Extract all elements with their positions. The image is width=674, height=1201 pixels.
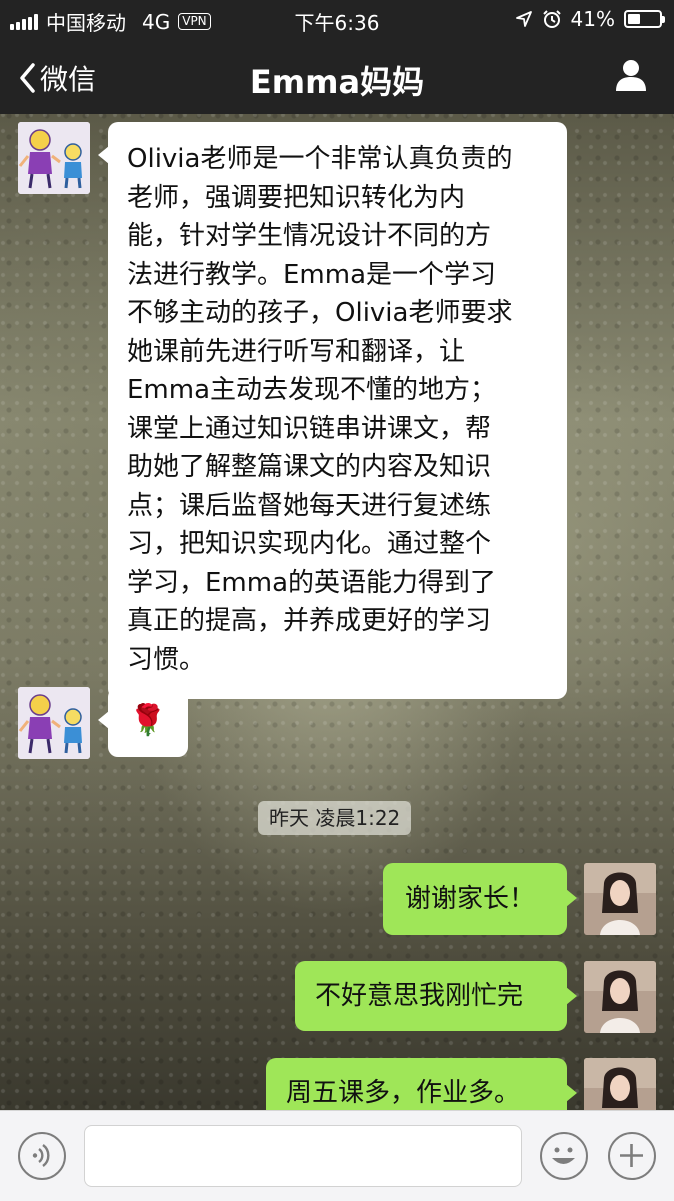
chat-title: Emma妈妈 (249, 63, 425, 101)
my-avatar[interactable] (584, 863, 656, 935)
message-bubble-outgoing[interactable]: 周五课多，作业多。 (266, 1058, 577, 1110)
status-bar: 中国移动 4G VPN 下午6:36 41% (0, 0, 674, 38)
emoji-icon (552, 1147, 575, 1164)
rose-emoji: 🌹 (129, 703, 167, 738)
emoji-button[interactable] (540, 1132, 588, 1180)
kids-drawing-avatar-icon (18, 122, 90, 194)
voice-input-button[interactable] (18, 1132, 66, 1180)
my-avatar[interactable] (584, 1058, 656, 1110)
chat-info-button[interactable] (614, 58, 648, 96)
contact-avatar[interactable] (18, 687, 90, 759)
message-bubble-outgoing[interactable]: 不好意思我刚忙完 (295, 961, 577, 1031)
contact-avatar[interactable] (18, 122, 90, 194)
kids-drawing-avatar-icon (18, 687, 90, 759)
alarm-clock-icon (542, 10, 561, 28)
voice-icon (32, 1144, 50, 1167)
person-icon (616, 60, 646, 91)
message-text: 谢谢家长！ (405, 884, 536, 914)
navigation-bar: 微信 Emma妈妈 (0, 38, 674, 114)
message-bubble-outgoing[interactable]: 谢谢家长！ (383, 863, 577, 935)
timestamp-divider: 昨天 凌晨1:22 (258, 801, 412, 835)
portrait-avatar-icon (584, 863, 656, 935)
chat-messages[interactable]: Olivia老师是一个非常认真负责的 老师，强调要把知识转化为内 能，针对学生情… (0, 114, 674, 1110)
portrait-avatar-icon (584, 1058, 656, 1110)
input-bar (0, 1110, 674, 1201)
status-right: 41% (515, 7, 665, 31)
message-text: 周五课多，作业多。 (286, 1078, 521, 1108)
battery-percent: 41% (570, 7, 615, 31)
battery-level-fill (628, 14, 640, 24)
battery-icon (624, 10, 665, 28)
my-avatar[interactable] (584, 961, 656, 1033)
more-options-button[interactable] (608, 1132, 656, 1180)
message-text: 不好意思我刚忙完 (315, 981, 524, 1011)
message-bubble-incoming[interactable]: Olivia老师是一个非常认真负责的 老师，强调要把知识转化为内 能，针对学生情… (98, 122, 567, 699)
message-input[interactable] (84, 1125, 522, 1187)
portrait-avatar-icon (584, 961, 656, 1033)
message-bubble-incoming[interactable]: 🌹 (98, 687, 188, 757)
message-text: Olivia老师是一个非常认真负责的 老师，强调要把知识转化为内 能，针对学生情… (127, 144, 513, 675)
plus-icon (620, 1144, 643, 1167)
location-arrow-icon (515, 11, 532, 27)
